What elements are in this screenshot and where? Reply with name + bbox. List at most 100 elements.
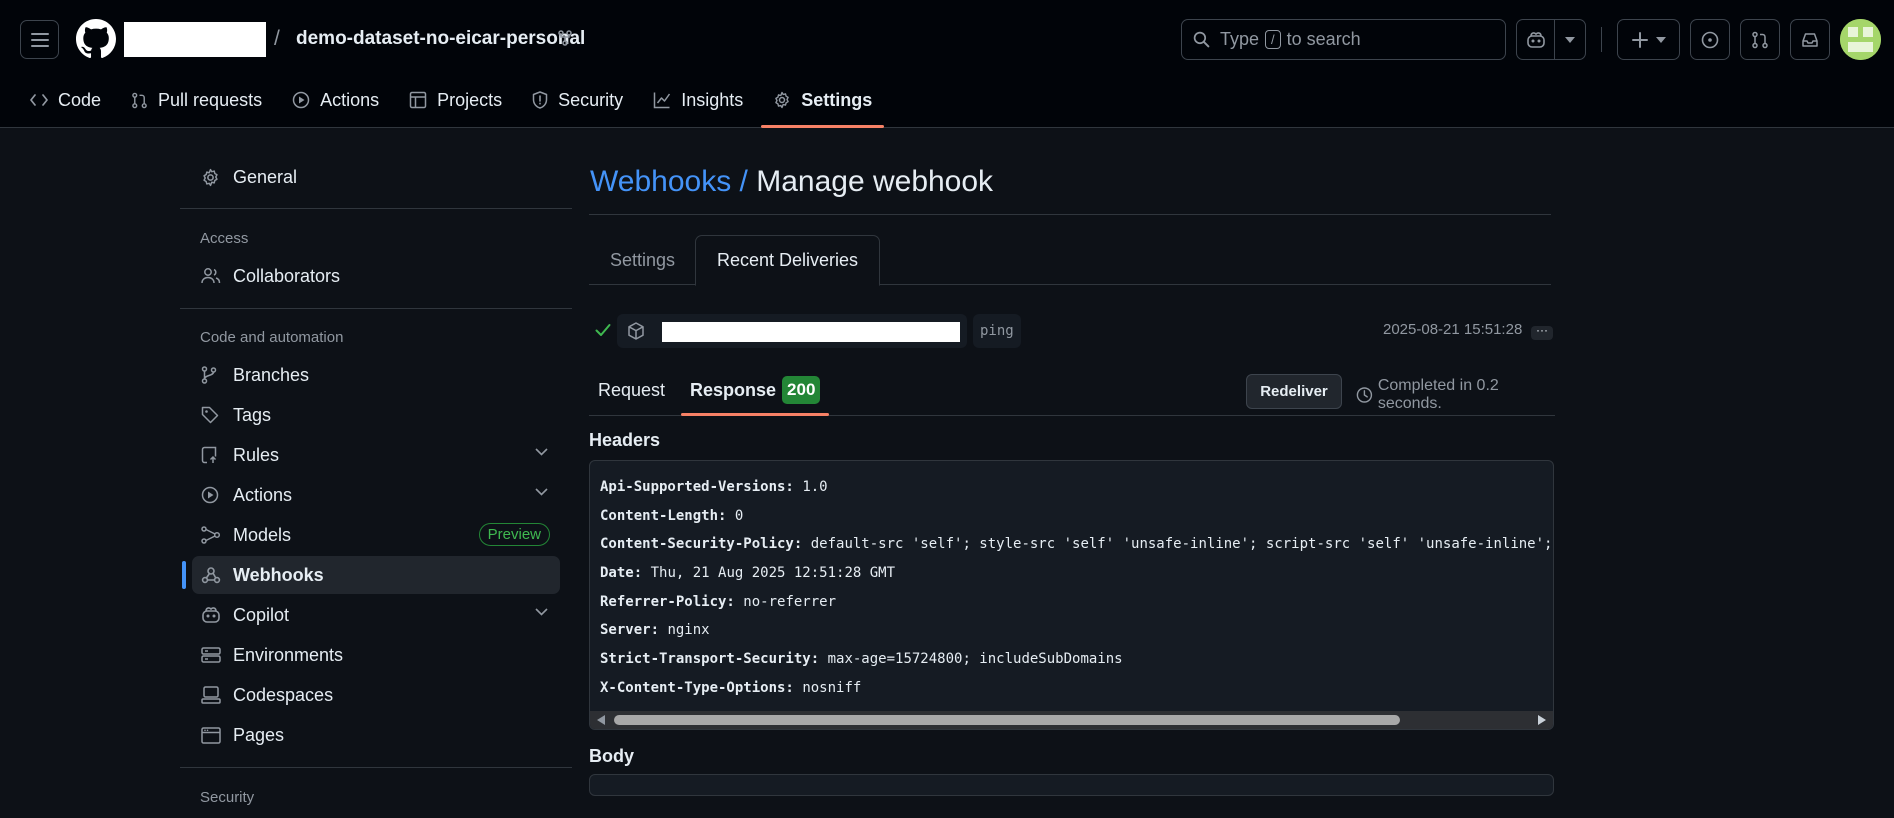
sidebar-divider	[180, 767, 572, 768]
hamburger-icon	[30, 32, 49, 47]
create-new-button[interactable]	[1617, 19, 1680, 60]
horizontal-scrollbar[interactable]	[590, 711, 1553, 729]
tab-projects-label: Projects	[437, 89, 503, 110]
sidebar-item-actions[interactable]: Actions	[192, 476, 560, 514]
sidebar-item-rules-label: Rules	[233, 444, 280, 465]
search-input[interactable]: Type / to search	[1181, 19, 1506, 60]
sidebar-item-codespaces-label: Codespaces	[233, 684, 334, 705]
response-body	[589, 774, 1554, 796]
header-value: default-src 'self'; style-src 'self' 'un…	[810, 536, 1554, 553]
guid-redacted	[662, 322, 960, 342]
user-avatar[interactable]	[1840, 19, 1881, 60]
scroll-left-icon[interactable]	[597, 715, 605, 725]
tab-settings-label: Settings	[801, 89, 873, 110]
sidebar-item-rules[interactable]: Rules	[192, 436, 560, 474]
sidebar-item-codespaces[interactable]: Codespaces	[192, 676, 560, 714]
sidebar-heading-security: Security	[200, 789, 255, 806]
tab-projects[interactable]: Projects	[397, 78, 514, 122]
header-key: Content-Security-Policy:	[600, 536, 803, 553]
menu-button[interactable]	[20, 20, 59, 59]
delivery-row[interactable]: ping 2025-08-21 15:51:28 ···	[589, 314, 1555, 348]
sidebar-item-actions-label: Actions	[233, 484, 293, 505]
sidebar-divider	[180, 208, 572, 209]
scrollbar-thumb[interactable]	[614, 715, 1400, 725]
sidebar-heading-code-automation: Code and automation	[200, 329, 344, 346]
pull-requests-button[interactable]	[1740, 19, 1780, 60]
tab-response[interactable]: Response 200	[681, 372, 830, 416]
graph-icon	[653, 92, 671, 109]
inbox-icon	[1802, 32, 1818, 47]
body-heading: Body	[589, 746, 634, 766]
issues-button[interactable]	[1690, 19, 1730, 60]
sidebar-item-collaborators[interactable]: Collaborators	[192, 257, 560, 295]
sidebar-heading-access: Access	[200, 230, 249, 247]
github-logo-icon[interactable]	[76, 19, 116, 59]
tab-recent-deliveries[interactable]: Recent Deliveries	[695, 235, 881, 286]
response-headers: Api-Supported-Versions: 1.0 Content-Leng…	[589, 460, 1554, 730]
header-value: nginx	[667, 622, 710, 639]
header-line: Server: nginx	[600, 616, 1553, 645]
search-shortcut-key: /	[1265, 30, 1281, 49]
header-key: X-Content-Type-Options:	[600, 679, 794, 696]
tab-security-label: Security	[558, 89, 624, 110]
header-line: Date: Thu, 21 Aug 2025 12:51:28 GMT	[600, 559, 1553, 588]
copilot-dropdown-button[interactable]	[1555, 20, 1585, 59]
tab-response-label: Response	[690, 379, 777, 400]
copilot-icon	[1526, 31, 1545, 48]
table-icon	[409, 91, 427, 109]
tab-settings[interactable]: Settings	[761, 78, 885, 128]
issue-opened-icon	[1701, 31, 1719, 48]
tab-insights[interactable]: Insights	[641, 78, 755, 122]
copilot-icon	[202, 607, 220, 623]
preview-badge: Preview	[478, 523, 550, 546]
sidebar-item-branches[interactable]: Branches	[192, 356, 560, 394]
header-key: Server:	[600, 622, 660, 639]
sidebar-item-copilot-label: Copilot	[233, 604, 290, 625]
header-value: no-referrer	[743, 593, 837, 610]
scroll-right-icon[interactable]	[1538, 715, 1546, 725]
copilot-button[interactable]	[1517, 20, 1555, 59]
sidebar-item-branches-label: Branches	[233, 364, 310, 385]
search-prefix: Type	[1220, 29, 1260, 49]
tab-pull-requests[interactable]: Pull requests	[119, 78, 274, 122]
completion-status: Completed in 0.2 seconds.	[1356, 377, 1555, 413]
tag-icon	[201, 406, 219, 424]
plus-icon	[1631, 31, 1648, 48]
play-icon	[292, 91, 310, 109]
tab-request[interactable]: Request	[589, 372, 674, 408]
tab-security[interactable]: Security	[520, 78, 635, 122]
search-suffix: to search	[1286, 29, 1361, 49]
repo-push-icon	[201, 446, 217, 464]
app-header: / demo-dataset-no-eicar-personal Type / …	[0, 0, 1894, 128]
inbox-button[interactable]	[1790, 19, 1830, 60]
request-response-tabs: Request Response 200 Redeliver Completed…	[589, 364, 1555, 416]
sidebar-item-models-label: Models	[233, 524, 292, 545]
sidebar-item-pages[interactable]: Pages	[192, 716, 560, 754]
models-icon	[201, 526, 221, 544]
top-bar: / demo-dataset-no-eicar-personal Type / …	[0, 0, 1894, 78]
git-branch-icon	[201, 366, 217, 384]
tab-actions[interactable]: Actions	[280, 78, 391, 122]
chevron-down-icon	[535, 488, 548, 496]
tab-code[interactable]: Code	[18, 78, 113, 122]
repo-name-link[interactable]: demo-dataset-no-eicar-personal	[296, 28, 585, 50]
tab-webhook-settings[interactable]: Settings	[589, 235, 696, 285]
breadcrumb-webhooks-link[interactable]: Webhooks /	[590, 165, 748, 198]
identicon-icon	[1840, 19, 1881, 60]
sidebar-item-environments[interactable]: Environments	[192, 636, 560, 674]
header-value: 0	[734, 507, 744, 524]
owner-name-redacted[interactable]	[124, 22, 266, 57]
sidebar-item-copilot[interactable]: Copilot	[192, 596, 560, 634]
chevron-down-icon	[535, 448, 548, 456]
title-divider	[589, 214, 1551, 215]
header-line: X-Content-Type-Options: nosniff	[600, 674, 1553, 703]
redeliver-button[interactable]: Redeliver	[1246, 374, 1342, 409]
sidebar-item-tags-label: Tags	[233, 404, 272, 425]
header-value: max-age=15724800; includeSubDomains	[827, 651, 1123, 668]
header-line: Referrer-Policy: no-referrer	[600, 588, 1553, 617]
sidebar-item-tags[interactable]: Tags	[192, 396, 560, 434]
sidebar-item-models[interactable]: Models Preview	[192, 516, 560, 554]
delivery-more-button[interactable]: ···	[1531, 324, 1553, 340]
sidebar-item-general[interactable]: General	[192, 158, 560, 196]
sidebar-item-webhooks[interactable]: Webhooks	[182, 556, 560, 594]
